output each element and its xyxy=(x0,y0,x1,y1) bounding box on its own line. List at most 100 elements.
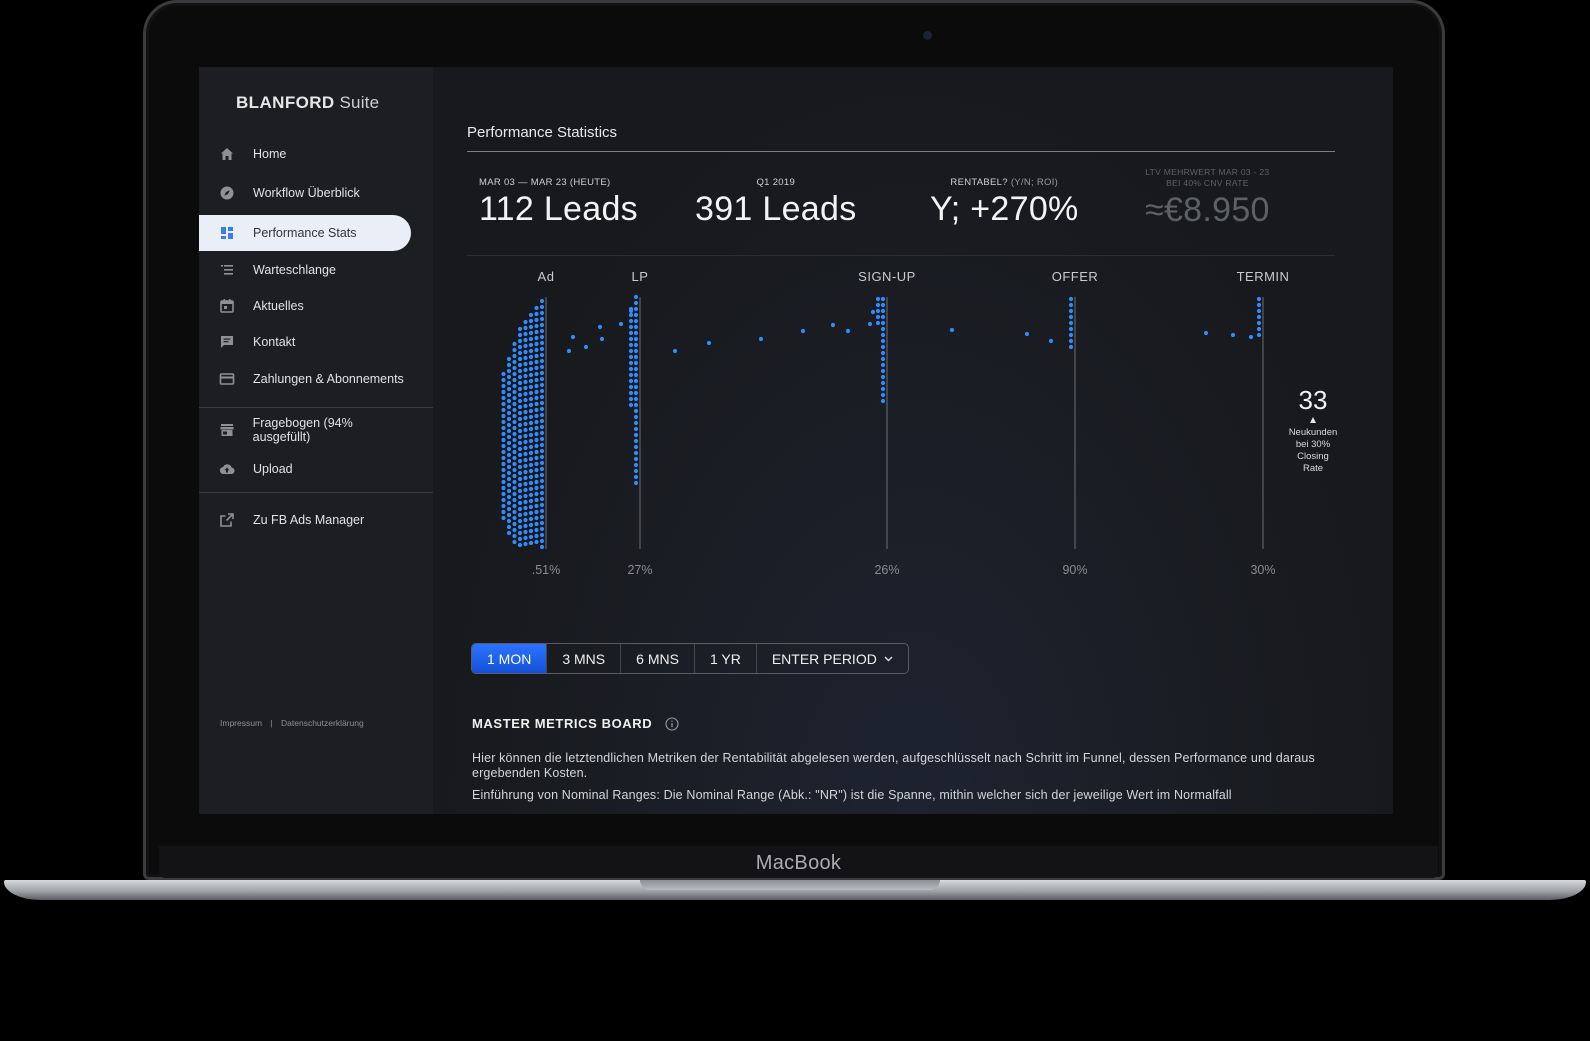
stage-label: OFFER xyxy=(1052,269,1099,284)
funnel-dot xyxy=(570,334,576,340)
sidebar-item-workflow[interactable]: Workflow Überblick xyxy=(199,175,411,211)
kpi-value: 391 Leads xyxy=(695,190,857,228)
funnel-dot xyxy=(528,366,534,372)
funnel-dot xyxy=(628,318,634,324)
funnel-dot xyxy=(517,512,523,518)
funnel-dot xyxy=(534,383,539,389)
funnel-dot xyxy=(506,482,512,488)
brand-logo[interactable]: BLANFORD Suite xyxy=(236,93,379,113)
sidebar-item-kontakt[interactable]: Kontakt xyxy=(199,324,411,360)
funnel-dot xyxy=(880,302,886,308)
funnel-dot xyxy=(517,500,523,506)
funnel-dot xyxy=(534,443,539,449)
funnel-dot xyxy=(633,324,639,330)
funnel-dot xyxy=(539,328,545,334)
funnel-dot xyxy=(517,422,523,428)
funnel-dot xyxy=(628,366,634,372)
funnel-dot xyxy=(539,316,545,322)
funnel-dot xyxy=(528,498,534,504)
funnel-dot xyxy=(628,396,634,402)
funnel-dot xyxy=(830,322,836,328)
stage-rate-label: 30% xyxy=(1250,563,1275,577)
funnel-dot xyxy=(633,432,639,438)
funnel-dot xyxy=(539,346,545,352)
period-1-yr-button[interactable]: 1 YR xyxy=(695,644,757,673)
funnel-dot xyxy=(597,324,603,330)
kpi-ltv: LTV MEHRWERT MAR 03 - 23 BEI 40% CNV RAT… xyxy=(1145,167,1270,230)
home-icon xyxy=(217,144,237,164)
sidebar-item-upload[interactable]: Upload xyxy=(199,451,411,487)
sidebar-item-aktuelles[interactable]: Aktuelles xyxy=(199,288,411,324)
funnel-dot xyxy=(534,371,539,377)
funnel-dot xyxy=(628,372,634,378)
funnel-dot xyxy=(628,312,634,318)
funnel-dot xyxy=(880,398,886,404)
sidebar-item-warteschlange[interactable]: Warteschlange xyxy=(199,252,411,288)
camera-icon xyxy=(923,31,932,40)
kpi-value: Y; +270% xyxy=(930,190,1079,228)
funnel-dot xyxy=(517,440,523,446)
funnel-dot xyxy=(633,378,639,384)
sidebar-item-fragebogen[interactable]: Fragebogen (94% ausgefüllt) xyxy=(199,412,411,448)
funnel-dot xyxy=(501,395,506,401)
period-1-mon-button[interactable]: 1 MON xyxy=(472,644,548,673)
funnel-dot xyxy=(501,413,506,419)
funnel-dot xyxy=(501,455,506,461)
funnel-dot xyxy=(517,344,523,350)
funnel-dot xyxy=(539,382,545,388)
funnel-dot xyxy=(880,368,886,374)
funnel-dot xyxy=(528,408,534,414)
funnel-dot xyxy=(506,506,512,512)
funnel-dot xyxy=(880,362,886,368)
funnel-dot xyxy=(517,326,523,332)
funnel-dot xyxy=(523,361,528,367)
funnel-dot xyxy=(534,413,539,419)
funnel-dot xyxy=(512,353,517,359)
funnel-dot xyxy=(506,374,512,380)
sidebar-item-home[interactable]: Home xyxy=(199,136,411,172)
funnel-dot xyxy=(539,502,545,508)
funnel-dot xyxy=(539,376,545,382)
sidebar-item-performance-stats[interactable]: Performance Stats xyxy=(199,215,411,251)
period-3-mns-button[interactable]: 3 MNS xyxy=(547,644,622,673)
funnel-dot xyxy=(523,463,528,469)
funnel-dot xyxy=(517,350,523,356)
privacy-link[interactable]: Datenschutzerklärung xyxy=(281,718,364,728)
funnel-dot xyxy=(539,484,545,490)
funnel-dot xyxy=(517,482,523,488)
funnel-dot xyxy=(949,327,955,333)
funnel-dot xyxy=(534,485,539,491)
funnel-dot xyxy=(512,383,517,389)
info-icon[interactable] xyxy=(665,717,679,731)
callout-label: Neukunden xyxy=(1289,427,1338,438)
sidebar-item-fb-ads-manager[interactable]: Zu FB Ads Manager xyxy=(199,502,411,538)
funnel-dot xyxy=(539,394,545,400)
funnel-dot xyxy=(528,510,534,516)
funnel-dot xyxy=(534,359,539,365)
funnel-dot xyxy=(512,359,517,365)
funnel-dot xyxy=(534,467,539,473)
funnel-dot xyxy=(528,354,534,360)
funnel-dot xyxy=(523,409,528,415)
funnel-dot xyxy=(517,452,523,458)
funnel-dot xyxy=(512,479,517,485)
funnel-dot xyxy=(633,336,639,342)
stage-rate-label: .51% xyxy=(532,563,561,577)
funnel-dot xyxy=(506,416,512,422)
funnel-dot xyxy=(528,522,534,528)
period-6-mns-button[interactable]: 6 MNS xyxy=(621,644,695,673)
funnel-dot xyxy=(506,392,512,398)
funnel-dot xyxy=(512,425,517,431)
funnel-dot xyxy=(539,508,545,514)
funnel-dot xyxy=(539,514,545,520)
funnel-dot xyxy=(523,349,528,355)
funnel-dot xyxy=(528,456,534,462)
funnel-dot xyxy=(880,344,886,350)
impressum-link[interactable]: Impressum xyxy=(220,718,262,728)
enter-period-dropdown[interactable]: ENTER PERIOD xyxy=(757,644,908,673)
sidebar-item-zahlungen[interactable]: Zahlungen & Abonnements xyxy=(199,361,411,397)
funnel-dot xyxy=(506,476,512,482)
funnel-dot xyxy=(506,440,512,446)
funnel-dot xyxy=(534,311,539,317)
funnel-dot xyxy=(501,485,506,491)
